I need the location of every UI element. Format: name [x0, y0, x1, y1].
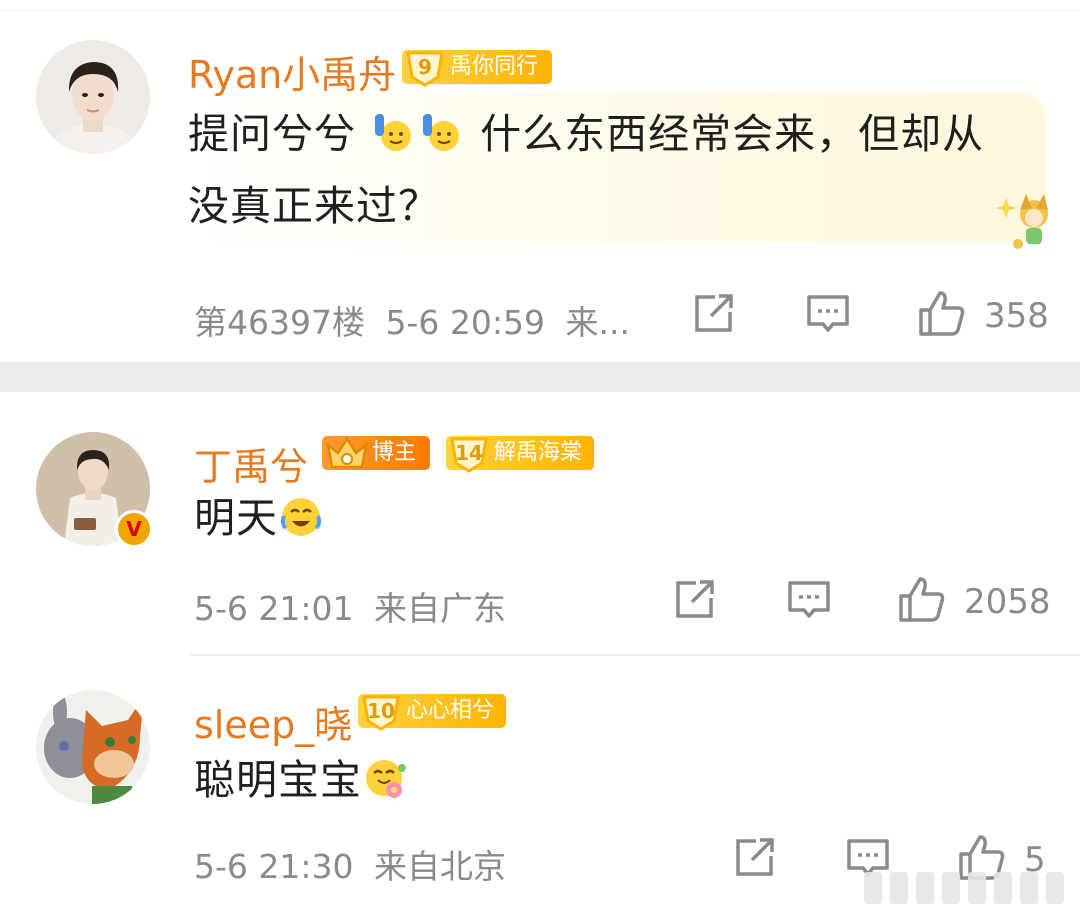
blogger-badge[interactable]: 博主 — [322, 436, 430, 470]
comment-text-part2: 什么东西经常会来，但却从 — [480, 110, 985, 158]
comment-location: 来自北京 — [374, 847, 506, 886]
fan-badge[interactable]: 14 解禹海棠 — [446, 433, 594, 473]
comment-meta: 5-6 21:01 来自广东 — [194, 582, 506, 630]
crown-icon — [324, 433, 368, 473]
comment-time: 5-6 20:59 — [385, 303, 545, 342]
comment-location: 来自广东 — [374, 589, 506, 628]
floor-number: 第46397楼 — [194, 303, 365, 342]
comment-text: 提问兮兮 什么东西经常会来，但却从 没真正来过？ — [188, 102, 1038, 238]
reply-button[interactable] — [806, 294, 850, 336]
comment-text-content: 聪明宝宝 — [194, 756, 362, 804]
share-button[interactable] — [734, 838, 776, 878]
share-button[interactable] — [693, 294, 735, 334]
comment-icon — [788, 581, 830, 618]
flower-hug-emoji-icon — [362, 756, 408, 820]
share-icon — [736, 838, 774, 876]
section-separator — [0, 362, 1080, 392]
comment-time: 5-6 21:01 — [194, 589, 354, 628]
like-icon — [899, 577, 945, 622]
username[interactable]: sleep_晓 — [194, 694, 352, 749]
avatar[interactable] — [36, 690, 150, 804]
username[interactable]: 丁禹兮 — [194, 436, 308, 491]
watermark-logo — [864, 866, 1074, 910]
happy-cry-emoji-icon — [278, 494, 324, 558]
comment-text-part1: 提问兮兮 — [188, 110, 356, 158]
username[interactable]: Ryan小禹舟 — [188, 44, 396, 99]
comment-item: Ryan小禹舟 9 禹你同行 提问兮兮 什么东西经常会来，但却从 没真正来过？ … — [0, 0, 1080, 362]
blogger-badge-label: 博主 — [372, 440, 417, 465]
share-icon — [676, 580, 714, 618]
reply-button[interactable] — [787, 580, 831, 622]
fan-level-icon: 10 — [360, 691, 402, 731]
comment-item: V 丁禹兮 博主 14 解禹海棠 明天 5-6 21:01 来自广东 2058 — [0, 392, 1080, 654]
share-icon — [695, 294, 733, 332]
fan-level-icon: 14 — [448, 433, 490, 473]
comment-text-content: 明天 — [194, 494, 278, 542]
like-button[interactable] — [898, 576, 946, 622]
comment-text: 明天 — [194, 486, 324, 558]
verified-badge-icon: V — [115, 510, 153, 548]
fan-level-icon: 9 — [404, 47, 446, 87]
comment-icon — [807, 295, 849, 332]
fan-badge[interactable]: 9 禹你同行 — [402, 47, 552, 87]
like-count: 2058 — [964, 582, 1051, 622]
raise-hand-emoji-icon — [418, 108, 466, 174]
comment-location: 来... — [565, 303, 630, 342]
fan-badge-label: 心心相兮 — [406, 698, 495, 723]
fan-badge-label: 解禹海棠 — [494, 440, 583, 465]
like-icon — [919, 291, 965, 336]
comment-meta: 5-6 21:30 来自北京 — [194, 840, 506, 888]
comment-meta: 第46397楼 5-6 20:59 来... — [194, 296, 630, 344]
comment-text-line2: 没真正来过？ — [188, 182, 440, 230]
fan-badge-label: 禹你同行 — [450, 54, 539, 79]
comment-text: 聪明宝宝 — [194, 748, 408, 820]
like-button[interactable] — [918, 290, 966, 336]
bubble-sticker-icon — [996, 188, 1056, 256]
raise-hand-emoji-icon — [370, 108, 418, 174]
avatar[interactable] — [36, 40, 150, 154]
fan-badge[interactable]: 10 心心相兮 — [358, 691, 506, 731]
share-button[interactable] — [674, 580, 716, 620]
comment-time: 5-6 21:30 — [194, 847, 354, 886]
like-count: 358 — [984, 296, 1049, 336]
